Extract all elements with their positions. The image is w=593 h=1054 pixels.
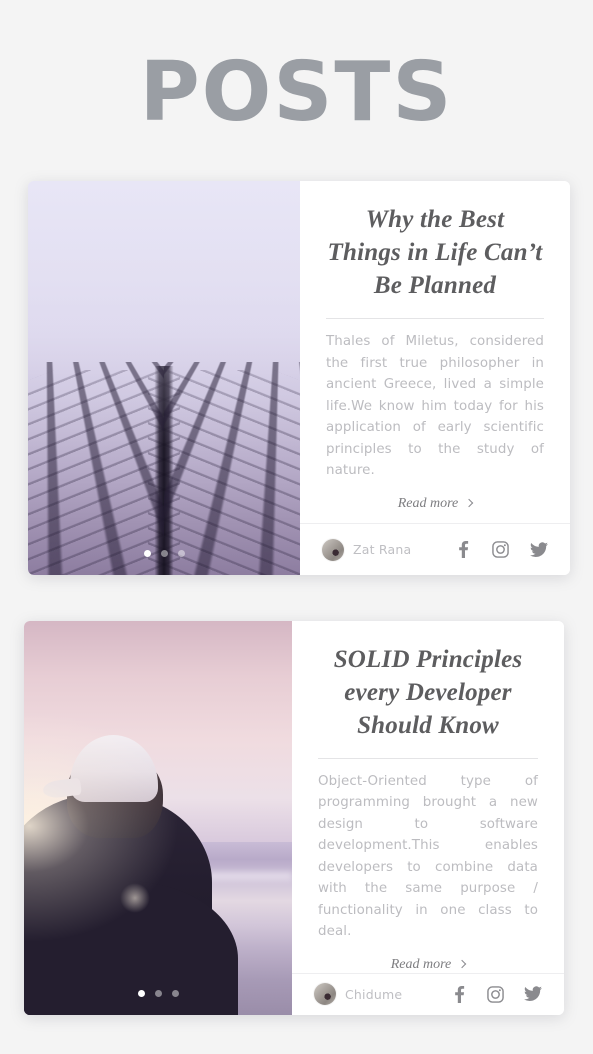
- post-content: SOLID Principles every Developer Should …: [292, 621, 564, 1015]
- facebook-icon[interactable]: [452, 985, 467, 1003]
- photo-detail: [24, 621, 292, 1015]
- social-links[interactable]: [456, 541, 548, 558]
- title-divider: [326, 318, 544, 319]
- twitter-icon[interactable]: [530, 541, 548, 558]
- beach-sunset-photo: [24, 621, 292, 1015]
- read-more-link[interactable]: Read more: [326, 496, 544, 512]
- social-links[interactable]: [452, 985, 542, 1003]
- read-more-link[interactable]: Read more: [318, 957, 538, 973]
- post-excerpt: Object-Oriented type of programming brou…: [318, 773, 538, 940]
- photo-detail: [28, 181, 300, 575]
- author-avatar: [314, 983, 336, 1006]
- instagram-icon[interactable]: [487, 986, 504, 1003]
- post-author[interactable]: Zat Rana: [322, 538, 412, 561]
- carousel-dot-3[interactable]: [177, 550, 185, 557]
- post-card[interactable]: SOLID Principles every Developer Should …: [24, 621, 564, 1015]
- carousel-dot-3[interactable]: [171, 990, 179, 997]
- carousel-dot-2[interactable]: [154, 990, 162, 997]
- author-name: Zat Rana: [353, 542, 412, 557]
- post-footer: Chidume: [292, 972, 564, 1015]
- chevron-right-icon: [458, 960, 467, 969]
- posts-page: POSTS Why the Best Things in Life Can’t …: [0, 0, 593, 1054]
- chevron-right-icon: [465, 498, 474, 508]
- post-image: [24, 621, 292, 1015]
- skyscraper-photo: [28, 181, 300, 575]
- title-divider: [318, 758, 538, 759]
- carousel-dot-1[interactable]: [137, 990, 145, 997]
- post-title: Why the Best Things in Life Can’t Be Pla…: [327, 206, 543, 299]
- read-more-label: Read more: [397, 495, 459, 511]
- page-title: POSTS: [139, 45, 454, 140]
- carousel-dot-1[interactable]: [143, 550, 151, 557]
- carousel-dots[interactable]: [24, 990, 292, 997]
- twitter-icon[interactable]: [524, 986, 542, 1002]
- author-avatar: [322, 538, 344, 561]
- carousel-dots[interactable]: [28, 550, 300, 557]
- read-more-label: Read more: [390, 956, 452, 972]
- carousel-dot-2[interactable]: [160, 550, 168, 557]
- post-card[interactable]: Why the Best Things in Life Can’t Be Pla…: [28, 181, 570, 575]
- post-content: Why the Best Things in Life Can’t Be Pla…: [300, 181, 570, 575]
- author-name: Chidume: [345, 986, 403, 1002]
- post-image: [28, 181, 300, 575]
- post-title: SOLID Principles every Developer Should …: [333, 646, 523, 739]
- post-author[interactable]: Chidume: [314, 983, 403, 1006]
- post-excerpt: Thales of Miletus, considered the first …: [326, 334, 544, 478]
- instagram-icon[interactable]: [492, 541, 509, 558]
- post-footer: Zat Rana: [300, 523, 570, 575]
- facebook-icon[interactable]: [456, 541, 471, 558]
